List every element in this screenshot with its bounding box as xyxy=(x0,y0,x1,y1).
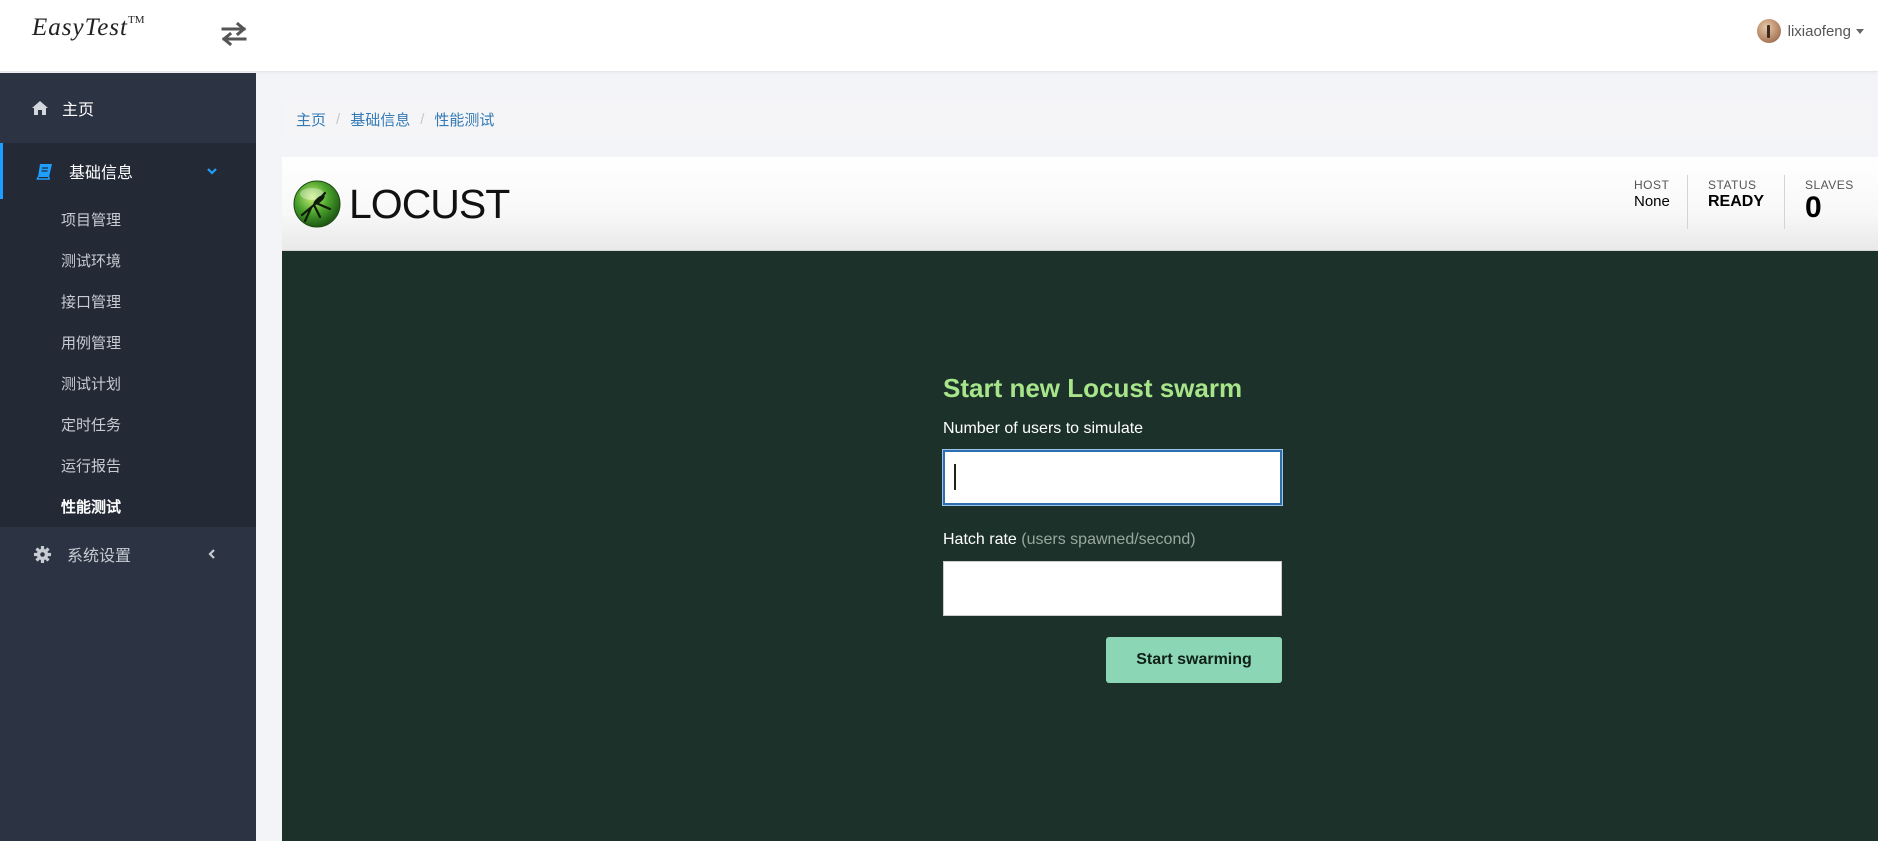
caret-down-icon xyxy=(1856,28,1864,34)
sidebar-subitem-label: 定时任务 xyxy=(61,417,122,434)
app-logo[interactable]: EasyTestTM xyxy=(32,14,144,42)
sidebar-subitem-test-plan[interactable]: 测试计划 xyxy=(0,363,256,404)
logo-text: EasyTest xyxy=(32,14,128,41)
sidebar-subitem-label: 项目管理 xyxy=(61,212,122,229)
top-header: EasyTestTM lixiaofeng xyxy=(0,0,1878,72)
locust-header: LOCUST HOST None STATUS READY SLAVES 0 xyxy=(282,157,1878,251)
sidebar-item-system-settings[interactable]: 系统设置 xyxy=(0,527,256,581)
sidebar-subitem-run-reports[interactable]: 运行报告 xyxy=(0,445,256,486)
status-stat: STATUS READY xyxy=(1708,178,1764,211)
breadcrumb-home[interactable]: 主页 xyxy=(296,109,326,130)
sidebar-subitem-label: 测试计划 xyxy=(61,376,122,393)
hatch-rate-field-wrap xyxy=(943,561,1282,616)
locust-logo: LOCUST xyxy=(292,179,510,229)
logo-trademark: TM xyxy=(127,14,145,26)
sidebar-subitem-label: 运行报告 xyxy=(61,458,122,475)
gear-icon xyxy=(33,545,52,563)
sidebar-subitem-label: 接口管理 xyxy=(61,294,122,311)
host-label: HOST xyxy=(1634,178,1670,192)
sidebar-item-home[interactable]: 主页 xyxy=(0,73,256,143)
sidebar-item-basic-info[interactable]: 基础信息 xyxy=(0,143,256,199)
swarm-panel: Start new Locust swarm Number of users t… xyxy=(282,251,1878,841)
host-value: None xyxy=(1634,193,1670,210)
sidebar-subitem-scheduled-tasks[interactable]: 定时任务 xyxy=(0,404,256,445)
stat-divider xyxy=(1784,175,1785,229)
app-root: EasyTestTM lixiaofeng 主页 基础信息 项目管理 测试环境 … xyxy=(0,0,1878,841)
users-label: Number of users to simulate xyxy=(943,420,1144,437)
sidebar-subitem-label: 测试环境 xyxy=(61,253,122,270)
chevron-left-icon xyxy=(208,549,215,559)
text-caret xyxy=(954,464,956,490)
breadcrumb: 主页 / 基础信息 / 性能测试 xyxy=(282,99,1872,139)
hatch-rate-input[interactable] xyxy=(943,561,1282,616)
swap-arrows-icon[interactable] xyxy=(219,20,249,48)
chevron-down-icon xyxy=(207,168,217,175)
sidebar: 主页 基础信息 项目管理 测试环境 接口管理 用例管理 测试计划 定时任务 运行… xyxy=(0,73,256,841)
sidebar-subitem-project-management[interactable]: 项目管理 xyxy=(0,199,256,240)
stat-divider xyxy=(1687,175,1688,229)
breadcrumb-separator: / xyxy=(420,110,425,128)
status-value: READY xyxy=(1708,193,1765,210)
users-field-wrap xyxy=(943,450,1282,505)
hatch-rate-label-text: Hatch rate xyxy=(943,531,1017,548)
status-label: STATUS xyxy=(1708,178,1757,192)
sidebar-subitem-performance-test[interactable]: 性能测试 xyxy=(0,486,256,527)
breadcrumb-separator: / xyxy=(336,110,341,128)
user-menu[interactable]: lixiaofeng xyxy=(1756,19,1864,43)
user-name: lixiaofeng xyxy=(1787,22,1851,40)
sidebar-subitem-test-environment[interactable]: 测试环境 xyxy=(0,240,256,281)
sidebar-subitem-label: 性能测试 xyxy=(61,499,122,516)
sidebar-subitem-case-management[interactable]: 用例管理 xyxy=(0,322,256,363)
locust-logo-icon xyxy=(293,180,341,228)
locust-wordmark: LOCUST xyxy=(349,180,510,227)
home-icon xyxy=(32,101,48,115)
sidebar-item-label: 系统设置 xyxy=(67,548,132,565)
slaves-label: SLAVES xyxy=(1805,178,1854,192)
breadcrumb-basic-info[interactable]: 基础信息 xyxy=(350,109,410,130)
sidebar-subitem-api-management[interactable]: 接口管理 xyxy=(0,281,256,322)
slaves-value: 0 xyxy=(1805,191,1822,224)
breadcrumb-performance-test[interactable]: 性能测试 xyxy=(434,109,494,130)
slaves-stat: SLAVES 0 xyxy=(1805,178,1854,223)
avatar xyxy=(1756,19,1781,43)
swarm-form-title: Start new Locust swarm xyxy=(943,373,1243,403)
sidebar-subitem-label: 用例管理 xyxy=(61,335,122,352)
hatch-rate-hint: (users spawned/second) xyxy=(1021,531,1196,548)
book-icon xyxy=(36,164,52,180)
submit-row: Start swarming xyxy=(943,637,1282,683)
sidebar-item-label: 主页 xyxy=(62,102,95,119)
sidebar-group-basic-info: 基础信息 项目管理 测试环境 接口管理 用例管理 测试计划 定时任务 运行报告 … xyxy=(0,143,256,527)
hatch-rate-label: Hatch rate (users spawned/second) xyxy=(943,531,1283,549)
swarm-form: Start new Locust swarm Number of users t… xyxy=(943,373,1283,683)
sidebar-item-label: 基础信息 xyxy=(69,165,134,182)
users-input[interactable] xyxy=(943,450,1282,505)
start-swarming-button[interactable]: Start swarming xyxy=(1106,637,1282,683)
host-stat: HOST None xyxy=(1634,178,1670,210)
